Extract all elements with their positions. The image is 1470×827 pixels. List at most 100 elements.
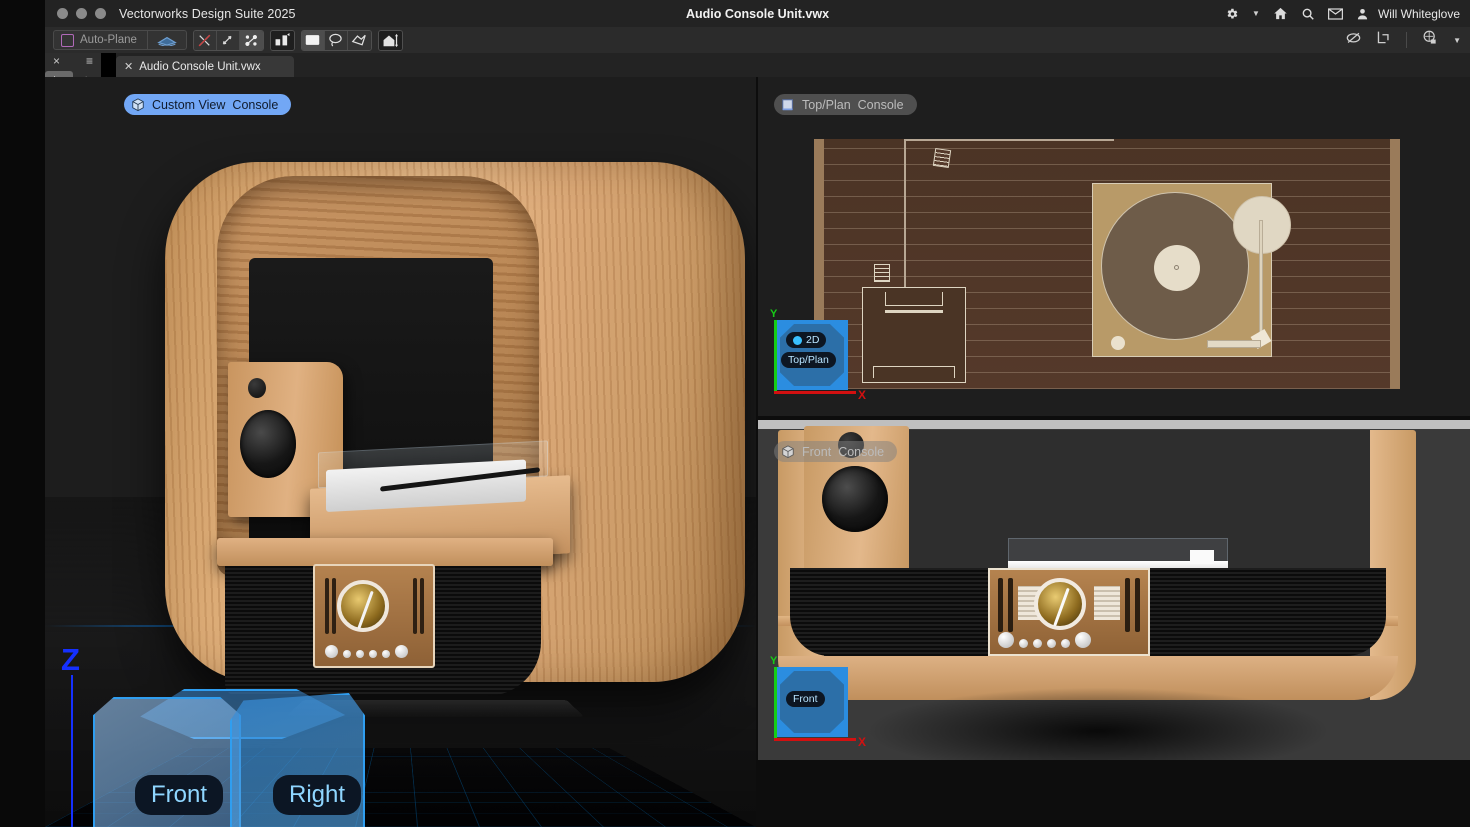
z-axis-label: Z — [61, 642, 80, 678]
viewport-label-front[interactable]: Front Console — [774, 441, 897, 462]
plan-tonearm — [1259, 220, 1263, 340]
close-icon[interactable]: × — [53, 54, 60, 68]
viewport-front[interactable]: Front Console Y X Front — [758, 420, 1470, 760]
nav-y-axis — [774, 667, 777, 739]
nav-y-axis — [774, 320, 777, 392]
radio-fin-right — [413, 578, 417, 634]
cube-geometry[interactable]: Front Right — [93, 689, 365, 827]
nav-view-label: Front — [793, 693, 818, 705]
snap-mode-group — [193, 30, 264, 51]
cube-3d-icon — [131, 98, 145, 112]
plane-label: Auto-Plane — [80, 34, 147, 46]
speaker-tweeter — [248, 378, 266, 398]
working-plane-icon[interactable] — [148, 35, 186, 46]
divider — [1406, 32, 1407, 48]
front-vintage-radio — [988, 568, 1150, 656]
radio-dial — [337, 580, 389, 632]
plane-selector[interactable]: Auto-Plane — [53, 30, 187, 50]
z-axis-line — [71, 675, 73, 827]
snap-grid-button[interactable] — [217, 30, 240, 51]
front-speaker-cone — [822, 466, 888, 532]
nav-x-axis — [774, 738, 856, 741]
nav-mode-label: 2D — [806, 334, 819, 346]
title-bar: Vectorworks Design Suite 2025 Audio Cons… — [45, 0, 1470, 27]
person-icon[interactable] — [1356, 7, 1369, 21]
nav-view-pill-top-plan[interactable]: Top/Plan — [781, 352, 836, 368]
polygon-select-button[interactable] — [348, 30, 371, 51]
radio-wing-right — [1094, 586, 1120, 620]
nav-widget-front[interactable]: Y X Front — [768, 663, 864, 755]
front-console-model[interactable] — [778, 430, 1398, 730]
nav-y-label: Y — [770, 308, 777, 320]
plan-speaker-inner — [885, 292, 943, 306]
plan-control-knob — [1111, 336, 1125, 350]
top-plan-square-icon — [781, 98, 795, 112]
nav-x-axis — [774, 391, 856, 394]
cube-front-label[interactable]: Front — [135, 775, 223, 815]
menu-icon[interactable]: ≡ — [86, 54, 93, 68]
plan-speaker — [862, 287, 966, 383]
viewport-3d-custom-view[interactable]: Custom View Console Z X Y Front Right — [45, 77, 756, 827]
viewport-top-plan[interactable]: Top/Plan Console Y X 2D Top/Plan — [758, 77, 1470, 416]
nav-view-label: Top/Plan — [788, 354, 829, 366]
viewport-view-label: Front — [802, 445, 831, 459]
gear-icon[interactable] — [1225, 7, 1239, 21]
mode-dot-icon — [793, 336, 802, 345]
viewport-layer-label: Console — [858, 98, 904, 112]
document-tab-bar: ✕ Audio Console Unit.vwx — [116, 53, 1470, 77]
toolbar-left-group: Auto-Plane — [53, 30, 403, 51]
radio-fin — [998, 578, 1003, 632]
home-icon[interactable] — [1273, 6, 1288, 21]
lasso-select-button[interactable] — [325, 30, 348, 51]
viewport-divider-vertical[interactable] — [756, 77, 758, 827]
viewport-label-3d[interactable]: Custom View Console — [124, 94, 291, 115]
radio-knob-row — [998, 632, 1140, 648]
working-plane-button[interactable] — [271, 30, 294, 51]
tool-palette-header: × ≡ — [45, 53, 101, 69]
nav-x-label: X — [858, 388, 866, 402]
nav-view-pill-front[interactable]: Front — [786, 691, 825, 707]
nav-mode-pill-2d[interactable]: 2D — [786, 332, 826, 348]
viewport-divider-horizontal[interactable] — [758, 416, 1470, 420]
radio-fin — [1135, 578, 1140, 632]
working-plane-group — [270, 30, 295, 51]
radio-knob — [1075, 632, 1091, 648]
main-toolbar: Auto-Plane — [45, 27, 1470, 53]
chevron-down-icon[interactable]: ▼ — [1453, 36, 1461, 45]
radio-knob — [1033, 639, 1042, 648]
cube-right-label[interactable]: Right — [273, 775, 361, 815]
tab-label: Audio Console Unit.vwx — [139, 61, 260, 73]
no-snap-icon[interactable] — [1345, 30, 1362, 50]
radio-knob — [382, 650, 390, 658]
plan-platter — [1101, 192, 1249, 340]
snap-point-button[interactable] — [240, 30, 263, 51]
front-turntable-tonearm — [1190, 550, 1214, 564]
plan-speaker-bar — [885, 310, 943, 313]
view-cube-navigator[interactable]: Z X Y Front Right — [57, 637, 377, 827]
viewport-view-label: Top/Plan — [802, 98, 851, 112]
radio-knob — [1047, 639, 1056, 648]
plan-plug-speaker — [874, 264, 890, 282]
chevron-down-icon[interactable]: ▼ — [1252, 9, 1260, 18]
nav-x-label: X — [858, 735, 866, 749]
radio-knob — [998, 632, 1014, 648]
mail-icon[interactable] — [1328, 8, 1343, 20]
tab-audio-console-unit[interactable]: ✕ Audio Console Unit.vwx — [116, 56, 294, 77]
plan-speaker-foot — [873, 366, 955, 378]
marquee-select-button[interactable] — [302, 30, 325, 51]
plane-color-swatch[interactable] — [61, 34, 74, 47]
selection-mode-group — [301, 30, 372, 51]
search-icon[interactable] — [1301, 7, 1315, 21]
render-mode-icon[interactable] — [1421, 29, 1439, 51]
layer-height-button[interactable] — [379, 30, 402, 51]
bottom-filler — [758, 760, 1470, 827]
viewport-label-top-plan[interactable]: Top/Plan Console — [774, 94, 917, 115]
nav-widget-top-plan[interactable]: Y X 2D Top/Plan — [768, 316, 864, 408]
close-icon[interactable]: ✕ — [124, 60, 133, 73]
snap-disabled-button[interactable] — [194, 30, 217, 51]
plan-slider-control — [1207, 340, 1261, 348]
set-origin-icon[interactable] — [1376, 30, 1392, 50]
audio-console-model[interactable] — [165, 162, 745, 682]
plan-plug-top — [933, 148, 951, 168]
front-drop-shadow — [858, 686, 1338, 760]
